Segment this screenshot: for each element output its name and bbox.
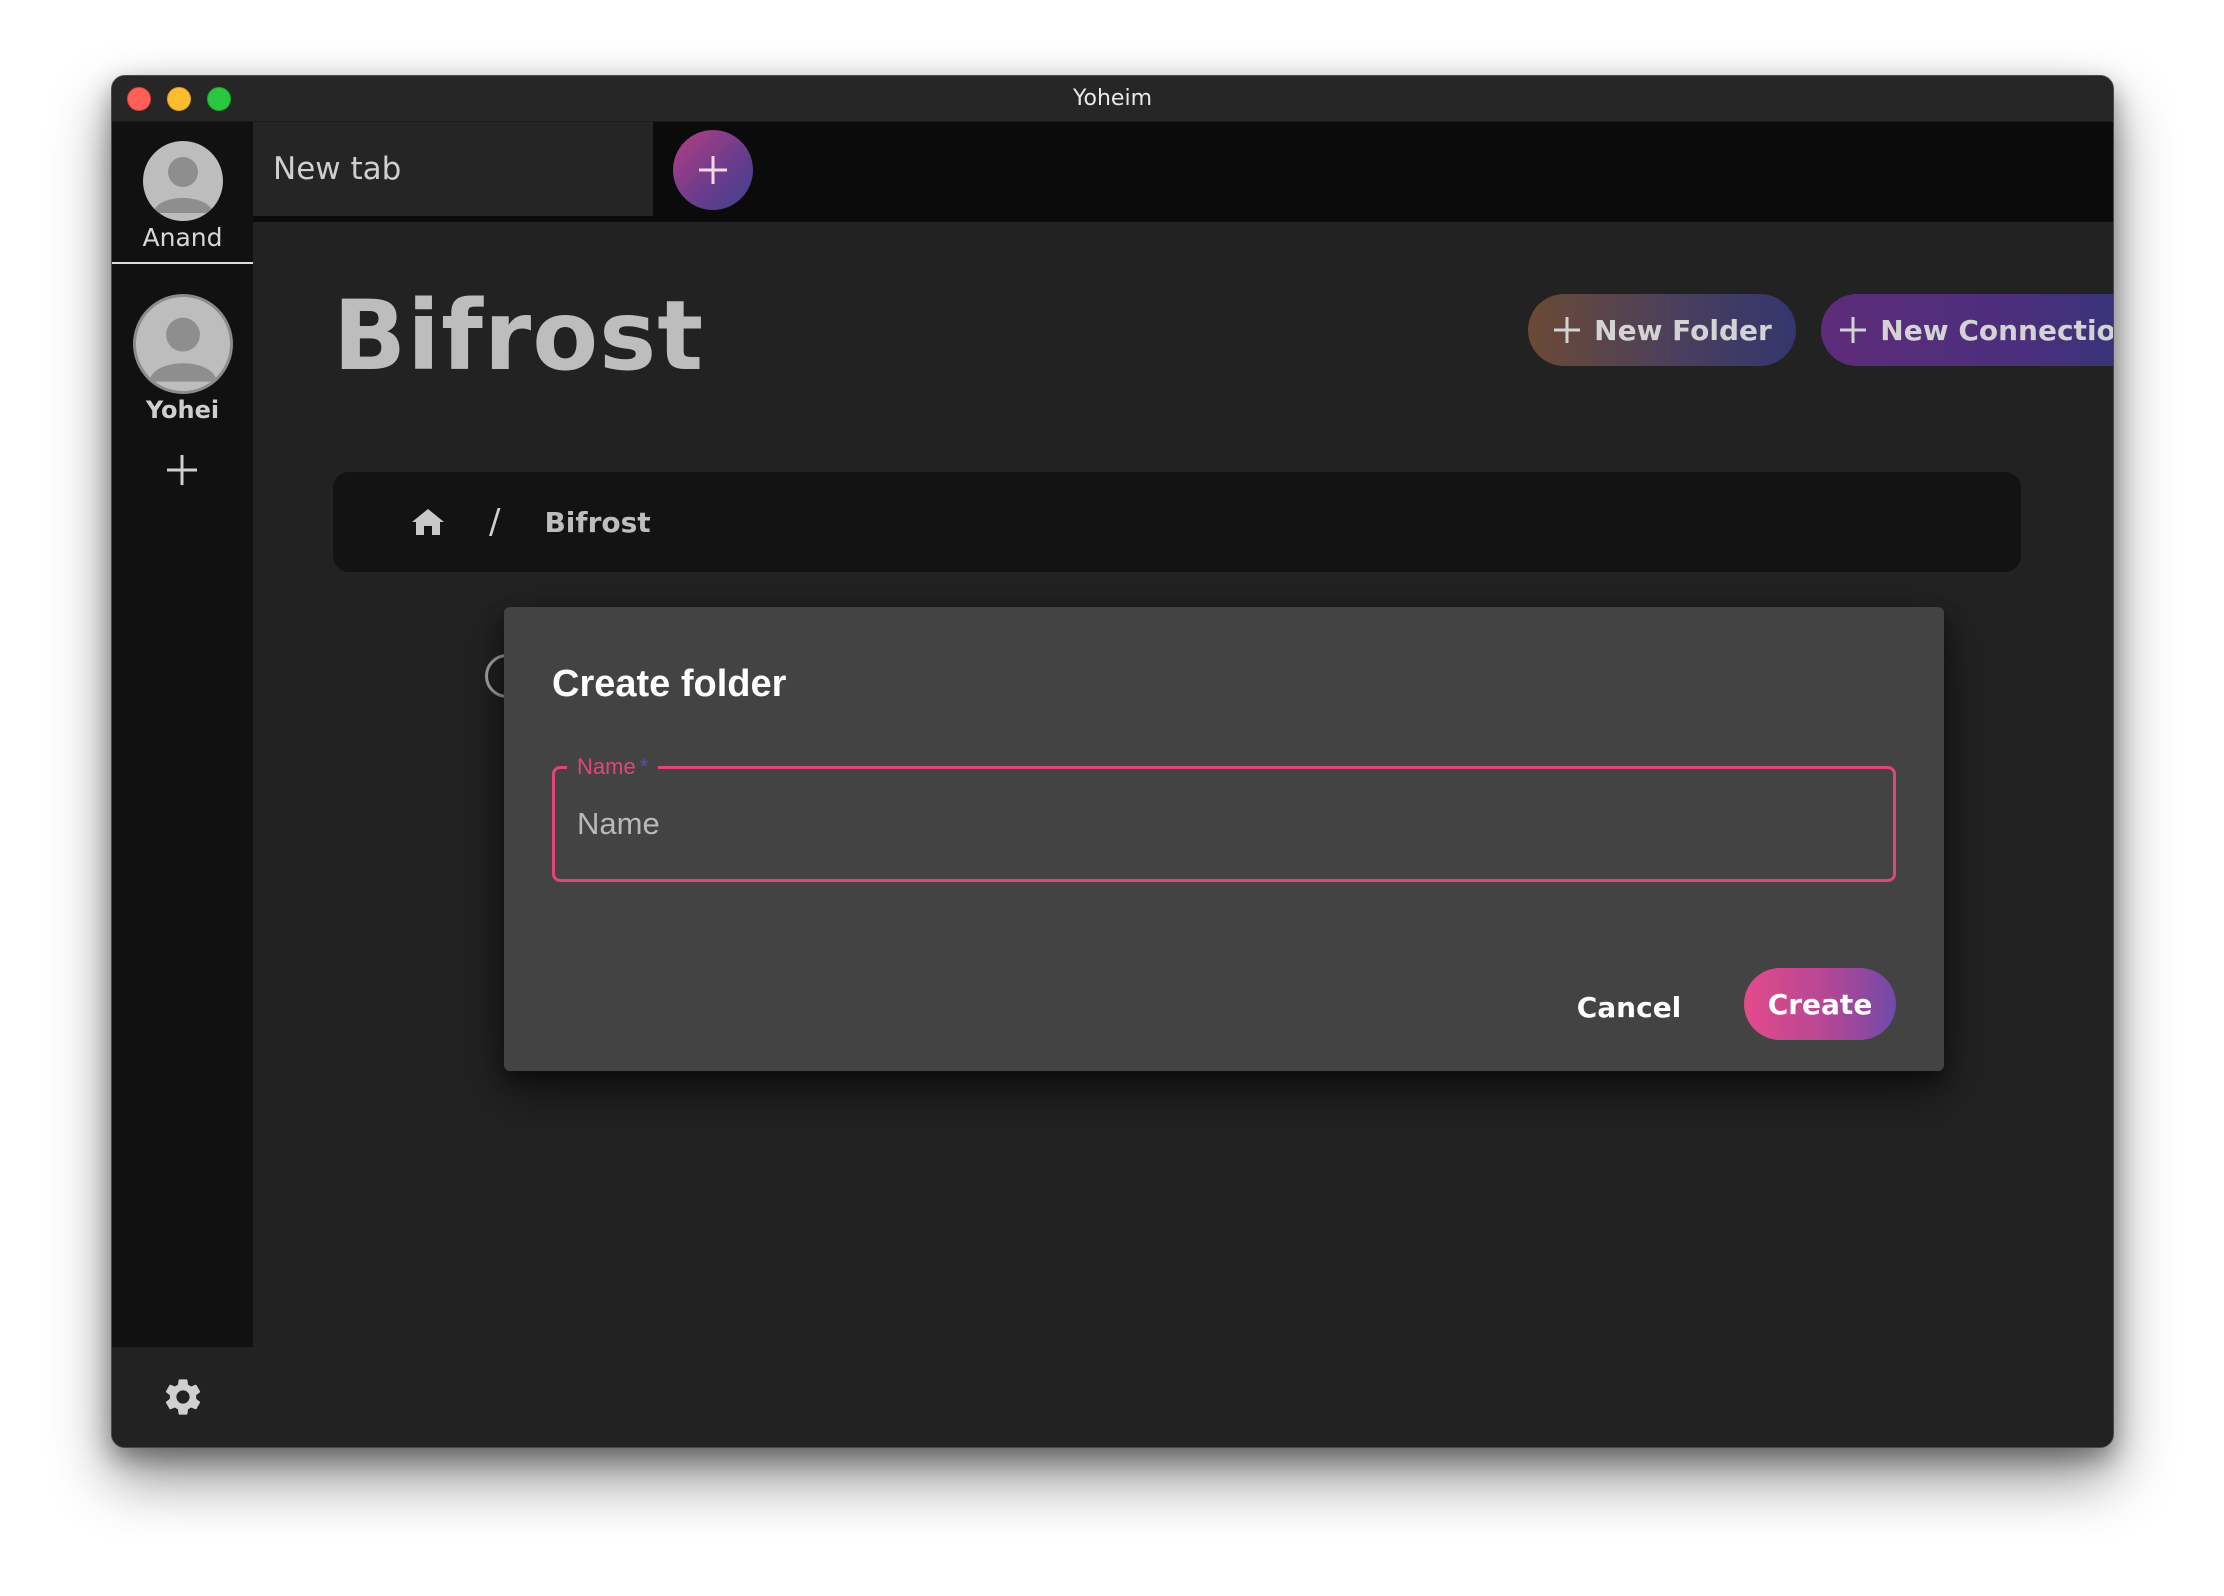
sidebar-footer	[112, 1347, 253, 1447]
home-icon[interactable]	[411, 507, 445, 537]
plus-icon	[1840, 317, 1867, 343]
profile-name: Anand	[142, 223, 223, 252]
new-connection-label: New Connection	[1880, 313, 2114, 347]
create-folder-dialog: Create folder Name* Cancel Create	[504, 607, 1944, 1071]
name-label-text: Name	[577, 754, 636, 779]
breadcrumb: / Bifrost	[333, 472, 2021, 572]
new-folder-label: New Folder	[1594, 313, 1772, 347]
page-title: Bifrost	[333, 280, 705, 392]
window-title: Yoheim	[1073, 86, 1152, 111]
new-folder-button[interactable]: New Folder	[1528, 294, 1796, 366]
tab-strip: New tab	[253, 122, 2113, 222]
app-window: Yoheim Anand Yohei New tab Bifrost New F…	[111, 75, 2114, 1448]
new-connection-button[interactable]: New Connection	[1821, 294, 2114, 366]
breadcrumb-separator: /	[489, 502, 501, 542]
title-bar: Yoheim	[112, 76, 2113, 122]
tab-new-tab[interactable]: New tab	[253, 122, 653, 216]
breadcrumb-current[interactable]: Bifrost	[544, 506, 650, 539]
plus-icon	[167, 455, 197, 485]
sidebar-divider	[112, 262, 253, 264]
profile-sidebar: Anand Yohei	[112, 122, 253, 1447]
new-tab-button[interactable]	[673, 130, 753, 210]
add-profile-button[interactable]	[156, 444, 208, 496]
user-avatar-icon	[132, 294, 233, 394]
name-field: Name*	[552, 753, 1896, 882]
create-button[interactable]: Create	[1744, 968, 1896, 1040]
user-avatar-icon	[142, 141, 223, 221]
profile-item-anand[interactable]: Anand	[112, 141, 253, 252]
plus-icon	[699, 156, 727, 184]
name-field-label: Name *	[567, 753, 659, 781]
cancel-button[interactable]: Cancel	[1564, 971, 1694, 1043]
profile-item-yohei[interactable]: Yohei	[112, 294, 253, 424]
name-input[interactable]	[555, 769, 1893, 879]
profile-name: Yohei	[145, 396, 220, 424]
plus-icon	[1554, 317, 1581, 343]
gear-icon[interactable]	[161, 1375, 205, 1419]
dialog-title: Create folder	[552, 663, 787, 705]
required-marker: *	[639, 754, 649, 779]
